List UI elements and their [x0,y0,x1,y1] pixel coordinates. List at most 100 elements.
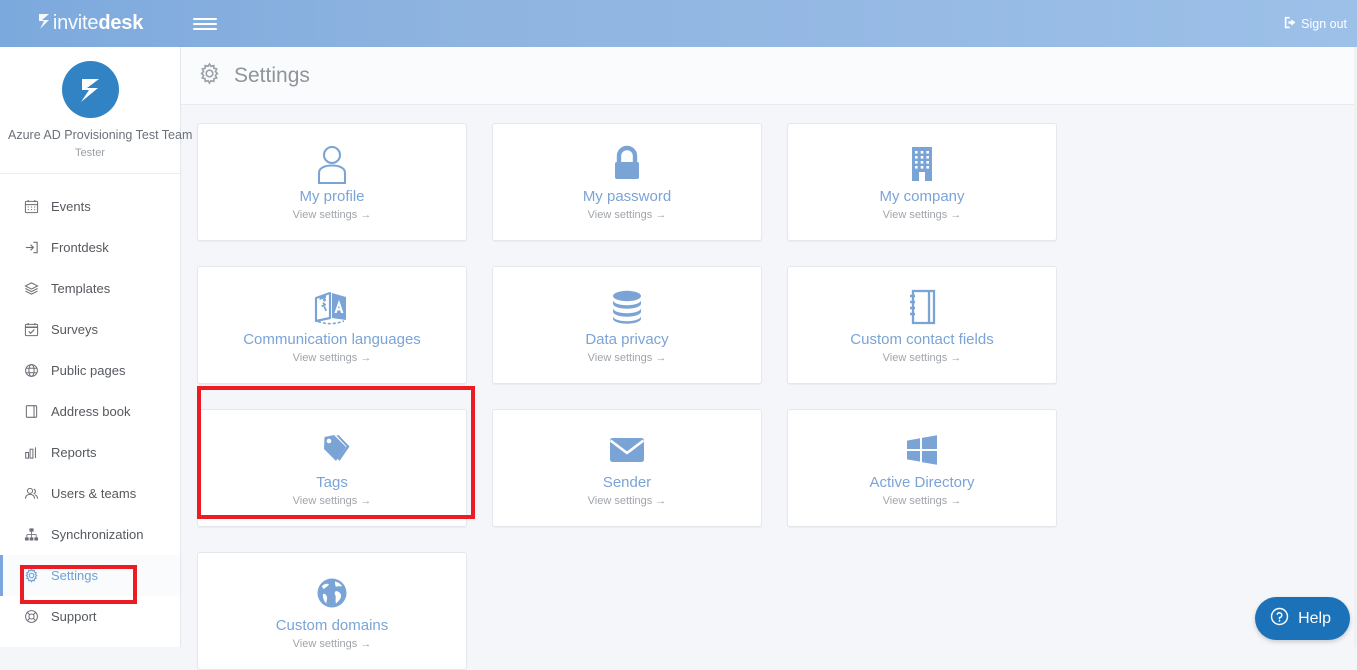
card-subtitle: View settings → [293,209,372,221]
card-subtitle: View settings → [883,209,962,221]
settings-card-my-password[interactable]: My password View settings → [492,123,762,241]
card-subtitle: View settings → [883,495,962,507]
invitedesk-logo-icon [38,13,51,30]
sign-out-icon [1284,16,1297,32]
question-circle-icon [1270,607,1289,631]
page-title: Settings [234,64,310,88]
sidebar-nav: Events Frontdesk Templates [0,174,180,637]
sidebar-item-label: Public pages [51,363,125,378]
sidebar-item-public-pages[interactable]: Public pages [0,350,180,391]
settings-card-communication-languages[interactable]: Communication languages View settings → [197,266,467,384]
card-title: Data privacy [585,332,668,349]
card-title: Communication languages [243,332,421,349]
survey-check-icon [23,321,40,338]
card-title: My profile [299,189,364,206]
sidebar-item-settings[interactable]: Settings [0,555,180,596]
bar-chart-icon [23,444,40,461]
notebook-icon [906,286,938,328]
help-label: Help [1298,610,1331,628]
brand-name-bold: desk [98,12,143,34]
sidebar-item-label: Templates [51,281,110,296]
globe-solid-icon [314,572,350,614]
brand-logo[interactable]: invitedesk [0,0,181,47]
settings-card-my-company[interactable]: My company View settings → [787,123,1057,241]
layers-icon [23,280,40,297]
hamburger-bar [193,23,217,25]
globe-icon [23,362,40,379]
lock-icon [610,143,644,185]
database-icon [608,286,646,328]
brand-name-light: invite [53,12,99,34]
hamburger-bar [193,28,217,30]
translate-icon [312,286,352,328]
user-icon [313,143,351,185]
sidebar-profile: Azure AD Provisioning Test Team Tester [0,47,180,174]
sidebar-item-frontdesk[interactable]: Frontdesk [0,227,180,268]
settings-card-tags[interactable]: Tags View settings → [197,409,467,527]
sidebar-item-label: Address book [51,404,131,419]
sidebar-item-label: Events [51,199,91,214]
gear-icon [23,567,40,584]
sidebar-item-events[interactable]: Events [0,186,180,227]
sidebar-item-reports[interactable]: Reports [0,432,180,473]
sidebar-item-label: Settings [51,568,98,583]
brand-name: invitedesk [53,12,143,35]
top-bar: invitedesk Sign out [0,0,1357,47]
settings-card-active-directory[interactable]: Active Directory View settings → [787,409,1057,527]
sidebar-item-label: Frontdesk [51,240,109,255]
card-subtitle: View settings → [588,495,667,507]
card-title: My company [879,189,964,206]
card-subtitle: View settings → [588,209,667,221]
settings-card-my-profile[interactable]: My profile View settings → [197,123,467,241]
profile-role: Tester [6,147,174,159]
settings-card-custom-domains[interactable]: Custom domains View settings → [197,552,467,670]
sidebar-item-label: Reports [51,445,97,460]
windows-icon [903,429,941,471]
sidebar-item-address-book[interactable]: Address book [0,391,180,432]
company-avatar-icon [62,61,119,118]
lifebuoy-icon [23,608,40,625]
card-subtitle: View settings → [883,352,962,364]
settings-card-custom-contact-fields[interactable]: Custom contact fields View settings → [787,266,1057,384]
card-subtitle: View settings → [293,495,372,507]
sidebar: Azure AD Provisioning Test Team Tester E… [0,47,181,647]
card-title: My password [583,189,671,206]
sitemap-icon [23,526,40,543]
sign-out-button[interactable]: Sign out [1284,16,1347,32]
users-icon [23,485,40,502]
building-icon [905,143,939,185]
card-subtitle: View settings → [588,352,667,364]
profile-name: Azure AD Provisioning Test Team [6,128,174,144]
card-subtitle: View settings → [293,638,372,650]
sidebar-item-synchronization[interactable]: Synchronization [0,514,180,555]
card-title: Sender [603,475,651,492]
sidebar-item-label: Surveys [51,322,98,337]
card-title: Custom domains [276,618,389,635]
sidebar-item-support[interactable]: Support [0,596,180,637]
page-header: Settings [181,47,1357,105]
address-book-icon [23,403,40,420]
card-title: Custom contact fields [850,332,993,349]
sign-out-label: Sign out [1301,17,1347,31]
card-title: Active Directory [869,475,974,492]
sidebar-item-surveys[interactable]: Surveys [0,309,180,350]
sidebar-item-label: Synchronization [51,527,144,542]
settings-card-sender[interactable]: Sender View settings → [492,409,762,527]
main-content: Settings My profile View settings → My p [181,47,1357,647]
tags-icon [312,429,352,471]
help-button[interactable]: Help [1255,597,1350,640]
hamburger-bar [193,18,217,20]
envelope-icon [607,429,647,471]
calendar-icon [23,198,40,215]
hamburger-menu-icon[interactable] [193,12,217,36]
settings-card-data-privacy[interactable]: Data privacy View settings → [492,266,762,384]
sidebar-item-label: Users & teams [51,486,136,501]
card-subtitle: View settings → [293,352,372,364]
settings-card-grid: My profile View settings → My password V… [181,105,1357,670]
sidebar-item-label: Support [51,609,97,624]
sidebar-item-templates[interactable]: Templates [0,268,180,309]
gear-icon [198,62,221,90]
sidebar-item-users-teams[interactable]: Users & teams [0,473,180,514]
card-title: Tags [316,475,348,492]
login-arrow-icon [23,239,40,256]
